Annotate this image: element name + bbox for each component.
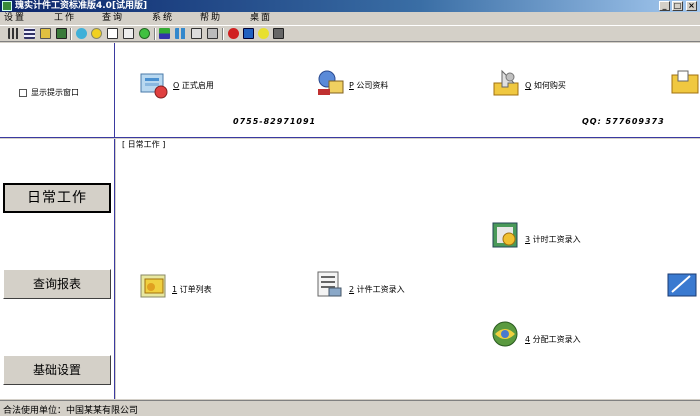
preview-icon[interactable] [191, 28, 202, 39]
report-icon[interactable] [123, 28, 134, 39]
order-list-shortcut[interactable]: 1 订单列表 [172, 284, 212, 295]
main-workspace: [ 日常工作 ] 1 订单列表 2 计件工资录入 3 计时工资录入 4 分配工资… [116, 139, 700, 399]
more-shortcut-icon[interactable] [668, 67, 700, 99]
status-bar: 合法使用单位：中国某某有限公司 [0, 400, 700, 416]
document-icon[interactable] [107, 28, 118, 39]
menu-query[interactable]: 查询 [102, 13, 124, 24]
exit-icon[interactable] [273, 28, 284, 39]
toolbar [0, 25, 700, 42]
title-bar: 瑰实计件工资标准版4.0[试用版] _ □ × [0, 0, 700, 12]
table-icon[interactable] [24, 28, 35, 39]
windows-icon[interactable] [40, 28, 51, 39]
minimize-button[interactable]: _ [659, 1, 670, 11]
more-work-icon[interactable] [666, 268, 698, 300]
app-icon [2, 1, 12, 11]
how-to-buy-shortcut[interactable]: Q 如何购买 [525, 80, 566, 91]
menu-help[interactable]: 帮助 [200, 13, 222, 24]
globe-icon[interactable] [76, 28, 87, 39]
help-icon[interactable] [258, 28, 269, 39]
phone-number: 0755-82971091 [233, 117, 317, 126]
face-icon[interactable] [139, 28, 150, 39]
how-to-buy-icon[interactable] [490, 67, 522, 99]
show-tips-checkbox[interactable] [19, 89, 27, 97]
mail-icon[interactable] [243, 28, 254, 39]
company-info-icon[interactable] [314, 67, 346, 99]
maximize-button[interactable]: □ [672, 1, 683, 11]
smile-icon[interactable] [91, 28, 102, 39]
menu-work[interactable]: 工作 [54, 13, 76, 24]
hourly-wage-icon[interactable] [489, 219, 521, 251]
window-title: 瑰实计件工资标准版4.0[试用版] [15, 1, 148, 11]
qq-number: QQ: 577609373 [582, 117, 665, 126]
grid-icon[interactable] [8, 28, 19, 39]
piecework-wage-shortcut[interactable]: 2 计件工资录入 [349, 284, 405, 295]
section-title: [ 日常工作 ] [122, 140, 166, 149]
close-button[interactable]: × [686, 1, 697, 11]
top-panel: 显示提示窗口 O 正式启用 P 公司资料 Q 如何购买 0755-8297109… [0, 43, 700, 138]
piecework-wage-icon[interactable] [313, 268, 345, 300]
company-info-shortcut[interactable]: P 公司资料 [349, 80, 388, 91]
tiles-icon[interactable] [175, 28, 186, 39]
allocated-wage-icon[interactable] [489, 318, 521, 350]
hourly-wage-shortcut[interactable]: 3 计时工资录入 [525, 234, 581, 245]
licensed-unit: 合法使用单位：中国某某有限公司 [3, 406, 139, 416]
top-left-pane: 显示提示窗口 [0, 43, 115, 137]
menu-settings[interactable]: 设置 [4, 13, 26, 24]
sidebar: 日常工作 查询报表 基础设置 [0, 139, 115, 399]
menu-system[interactable]: 系统 [152, 13, 174, 24]
show-tips-label: 显示提示窗口 [31, 88, 79, 97]
query-report-button[interactable]: 查询报表 [3, 269, 111, 299]
stop-icon[interactable] [228, 28, 239, 39]
bars-icon[interactable] [159, 28, 170, 39]
basic-settings-button[interactable]: 基础设置 [3, 355, 111, 385]
allocated-wage-shortcut[interactable]: 4 分配工资录入 [525, 334, 581, 345]
export-icon[interactable] [207, 28, 218, 39]
activate-icon[interactable] [137, 68, 169, 100]
printer-icon[interactable] [56, 28, 67, 39]
daily-work-button[interactable]: 日常工作 [3, 183, 111, 213]
menu-bar: 设置 工作 查询 系统 帮助 桌面 [0, 12, 700, 25]
activate-shortcut[interactable]: O 正式启用 [173, 80, 214, 91]
menu-desktop[interactable]: 桌面 [250, 13, 272, 24]
order-list-icon[interactable] [137, 269, 169, 301]
